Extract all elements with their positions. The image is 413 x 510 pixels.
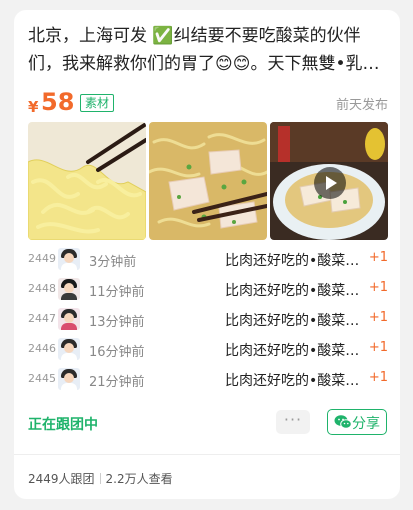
order-number: 2448 — [28, 282, 56, 295]
order-item: 比肉还好吃的•酸菜… — [225, 253, 360, 269]
order-row[interactable]: 2447 13分钟前 比肉还好吃的•酸菜… +1 — [28, 304, 388, 334]
order-row[interactable]: 2449 3分钟前 比肉还好吃的•酸菜… +1 — [28, 244, 388, 274]
share-label: 分享 — [352, 416, 380, 432]
order-time: 3分钟前 — [89, 255, 137, 270]
video-play-icon[interactable] — [314, 167, 346, 199]
photo-video-dish[interactable] — [270, 122, 388, 240]
order-item: 比肉还好吃的•酸菜… — [225, 283, 360, 299]
order-quantity: +1 — [368, 370, 388, 385]
wechat-icon — [334, 415, 352, 429]
order-number: 2446 — [28, 342, 56, 355]
followers-count: 2449人跟团 — [28, 472, 95, 486]
stats-separator — [99, 473, 101, 484]
order-row[interactable]: 2446 16分钟前 比肉还好吃的•酸菜… +1 — [28, 334, 388, 364]
price-row: ¥ 58 素材 前天发布 — [28, 84, 388, 120]
order-time: 13分钟前 — [89, 315, 145, 330]
order-quantity: +1 — [368, 250, 388, 265]
avatar — [58, 338, 80, 360]
photo-shredded-sauerkraut[interactable] — [28, 122, 146, 240]
currency-symbol: ¥ — [28, 98, 39, 116]
order-row[interactable]: 2445 21分钟前 比肉还好吃的•酸菜… +1 — [28, 364, 388, 394]
price: 58 — [41, 88, 75, 116]
material-tag[interactable]: 素材 — [80, 94, 115, 112]
divider — [14, 454, 400, 455]
order-list: 2449 3分钟前 比肉还好吃的•酸菜… +1 2448 11分钟前 比肉还好吃… — [28, 244, 388, 394]
order-quantity: +1 — [368, 280, 388, 295]
avatar — [58, 368, 80, 390]
views-count: 2.2万人查看 — [105, 472, 173, 486]
order-item: 比肉还好吃的•酸菜… — [225, 373, 360, 389]
avatar — [58, 248, 80, 270]
share-button[interactable]: 分享 — [327, 409, 387, 435]
more-button[interactable]: ··· — [276, 410, 310, 434]
order-number: 2445 — [28, 372, 56, 385]
photo-sauerkraut-pork-stew[interactable] — [149, 122, 267, 240]
photo-grid — [28, 122, 388, 240]
order-quantity: +1 — [368, 310, 388, 325]
order-item: 比肉还好吃的•酸菜… — [225, 343, 360, 359]
avatar — [58, 308, 80, 330]
order-time: 21分钟前 — [89, 375, 145, 390]
post-time: 前天发布 — [335, 98, 388, 113]
order-time: 16分钟前 — [89, 345, 145, 360]
group-buy-card[interactable]: 北京，上海可发 ✅纠结要不要吃酸菜的伙伴们，我来解救你们的胃了😊😊。天下無雙•乳… — [14, 10, 400, 499]
following-status[interactable]: 正在跟团中 — [28, 414, 98, 434]
order-row[interactable]: 2448 11分钟前 比肉还好吃的•酸菜… +1 — [28, 274, 388, 304]
order-number: 2447 — [28, 312, 56, 325]
avatar — [58, 278, 80, 300]
post-title[interactable]: 北京，上海可发 ✅纠结要不要吃酸菜的伙伴们，我来解救你们的胃了😊😊。天下無雙•乳… — [28, 22, 388, 78]
order-quantity: +1 — [368, 340, 388, 355]
order-time: 11分钟前 — [89, 285, 145, 300]
group-stats: 2449人跟团 2.2万人查看 — [28, 470, 173, 487]
order-number: 2449 — [28, 252, 56, 265]
order-item: 比肉还好吃的•酸菜… — [225, 313, 360, 329]
